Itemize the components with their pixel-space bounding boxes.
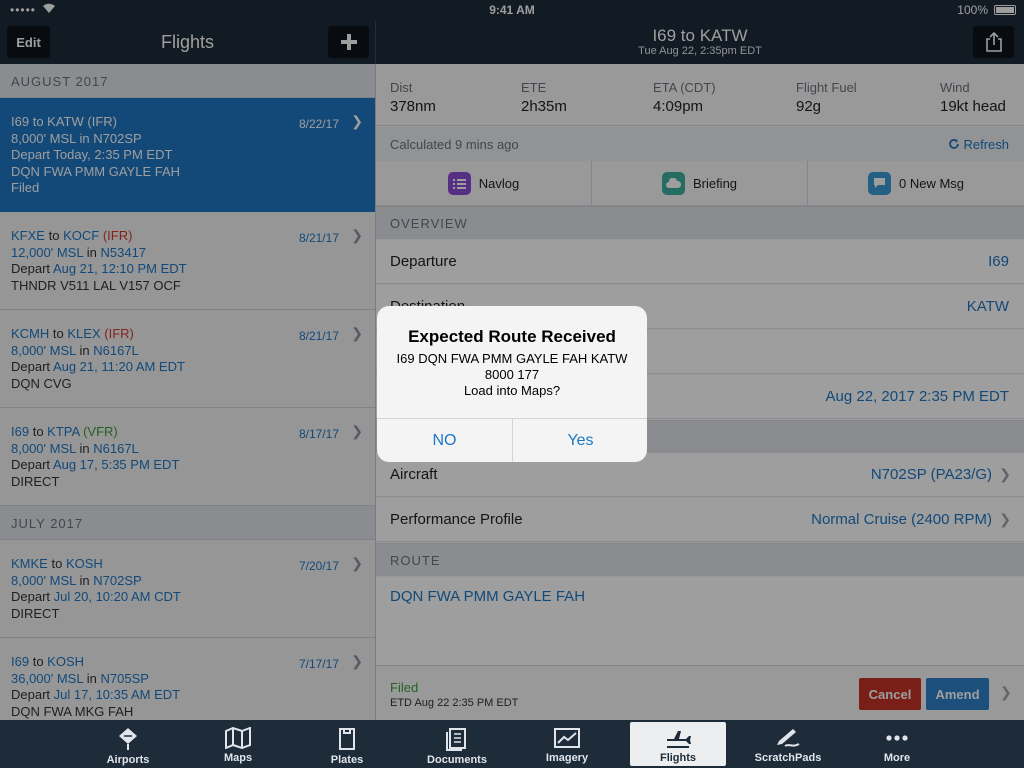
tabbar-item-airports[interactable]: Airports	[80, 720, 176, 768]
tabbar-item-scratchpads[interactable]: ScratchPads	[740, 720, 836, 768]
map-icon	[190, 727, 286, 749]
alert-message: I69 DQN FWA PMM GAYLE FAH KATW 8000 177 …	[377, 351, 647, 399]
airport-icon	[80, 727, 176, 751]
alert-yes-button[interactable]: Yes	[513, 419, 647, 462]
tabbar-label: More	[883, 752, 911, 764]
tabbar-item-maps[interactable]: Maps	[190, 720, 286, 768]
plates-icon	[299, 727, 395, 751]
alert-title: Expected Route Received	[408, 327, 616, 346]
tabbar-label: Documents	[427, 754, 487, 766]
tabbar-label: Flights	[659, 752, 697, 764]
app-root: ••••• 9:41 AM 100% Edit Flights I69 to K…	[0, 0, 1024, 768]
pen-icon	[740, 727, 836, 749]
tabbar-item-imagery[interactable]: Imagery	[519, 720, 615, 768]
imagery-icon	[519, 727, 615, 749]
tabbar-label: Plates	[330, 754, 364, 766]
alert-buttons: NO Yes	[377, 418, 647, 462]
tab-bar: Airports Maps Plates Documents Imagery Flight…	[0, 720, 1024, 768]
tabbar-label: Airports	[106, 754, 150, 766]
alert-altitude-line: 8000 177	[484, 367, 540, 382]
route-alert-dialog: Expected Route Received I69 DQN FWA PMM …	[377, 306, 647, 462]
tabbar-item-documents[interactable]: Documents	[409, 720, 505, 768]
tabbar-label: Imagery	[545, 752, 589, 764]
documents-icon	[409, 727, 505, 751]
plane-icon	[630, 727, 726, 749]
tabbar-item-plates[interactable]: Plates	[299, 720, 395, 768]
alert-route-line: I69 DQN FWA PMM GAYLE FAH KATW	[396, 351, 628, 366]
tabbar-label: Maps	[223, 752, 253, 764]
tabbar-item-flights[interactable]: Flights	[630, 722, 726, 766]
more-icon	[849, 727, 945, 749]
tabbar-label: ScratchPads	[754, 752, 822, 764]
alert-question: Load into Maps?	[463, 383, 561, 398]
alert-no-button[interactable]: NO	[377, 419, 512, 462]
tabbar-item-more[interactable]: More	[849, 720, 945, 768]
